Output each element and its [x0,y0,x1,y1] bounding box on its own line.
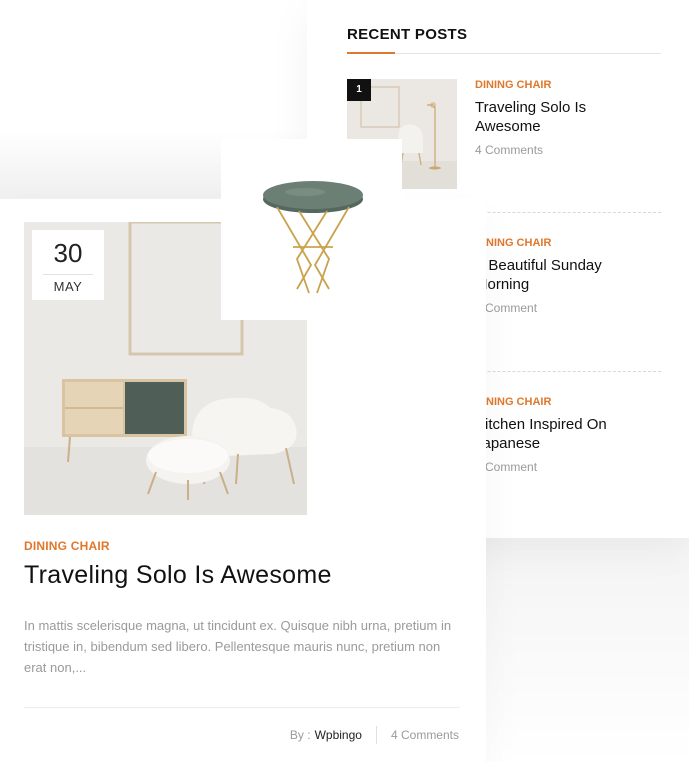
post-title-link[interactable]: Traveling Solo Is Awesome [24,561,332,590]
meta-separator [375,726,377,744]
recent-posts-heading: RECENT POSTS [347,26,468,43]
post-comments-count[interactable]: 4 Comments [475,143,543,157]
post-category-link[interactable]: DINING CHAIR [24,539,110,553]
heading-accent-bar [347,52,395,54]
post-category-link[interactable]: DINING CHAIR [475,237,551,249]
author-prefix: By : [289,728,311,742]
table-product-image [221,139,402,320]
post-title-link[interactable]: Traveling Solo Is Awesome [475,98,655,136]
post-title-link[interactable]: Kitchen Inspired On Japanese [475,415,655,453]
post-meta: By : Wpbingo 4 Comments [290,726,459,744]
post-excerpt: In mattis scelerisque magna, ut tincidun… [24,618,452,675]
marble-side-table-image [263,181,363,294]
date-month: MAY [53,279,83,294]
comments-link[interactable]: 4 Comments [391,728,459,742]
author-link[interactable]: Wpbingo [315,728,362,742]
post-category-link[interactable]: DINING CHAIR [475,79,551,91]
post-title-link[interactable]: A Beautiful Sunday Morning [475,256,655,294]
date-divider [43,274,93,275]
background-shadow [470,520,689,762]
date-day: 30 [53,238,83,268]
post-number-badge: 1 [347,79,371,101]
post-category-link[interactable]: DINING CHAIR [475,396,551,408]
meta-divider [24,707,460,708]
post-date-badge: 30 MAY [32,230,104,300]
